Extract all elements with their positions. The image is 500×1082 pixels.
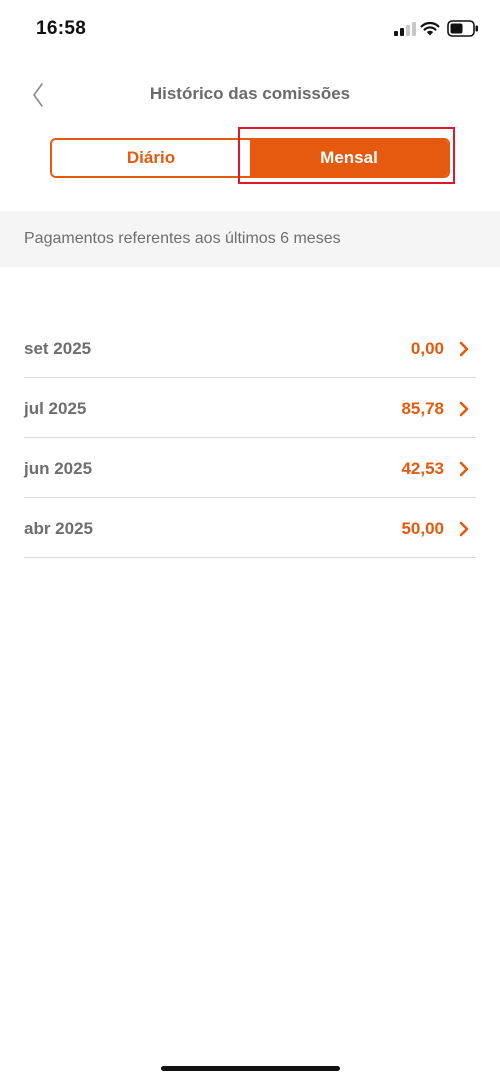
wifi-icon (420, 21, 440, 36)
screen: 16:58 Histórico das comissões Diário Men… (0, 0, 500, 1082)
item-month: jun 2025 (24, 458, 93, 478)
list-item[interactable]: jul 2025 85,78 (24, 378, 476, 438)
item-month: abr 2025 (24, 518, 93, 538)
chevron-right-icon (459, 521, 469, 536)
list-item[interactable]: set 2025 0,00 (24, 318, 476, 378)
page-title: Histórico das comissões (149, 84, 351, 103)
item-value: 50,00 (401, 518, 444, 538)
item-month: jul 2025 (24, 398, 87, 418)
item-value: 0,00 (410, 338, 444, 358)
info-band: Pagamentos referentes aos últimos 6 mese… (0, 211, 500, 267)
chevron-right-icon (459, 461, 469, 476)
payments-list: set 2025 0,00 jul 2025 85,78 jun 2025 42… (24, 318, 476, 558)
item-value: 85,78 (401, 398, 444, 418)
status-time: 16:58 (36, 18, 87, 39)
item-value: 42,53 (401, 458, 444, 478)
chevron-right-icon (459, 401, 469, 416)
list-item[interactable]: abr 2025 50,00 (24, 498, 476, 558)
info-text: Pagamentos referentes aos últimos 6 mese… (24, 230, 341, 247)
chevron-right-icon (459, 341, 469, 356)
highlight-box (238, 127, 455, 184)
tab-daily[interactable]: Diário (52, 140, 250, 176)
home-indicator (161, 1066, 340, 1071)
battery-icon (447, 20, 478, 37)
item-month: set 2025 (24, 338, 92, 358)
signal-icon (394, 22, 416, 36)
list-item[interactable]: jun 2025 42,53 (24, 438, 476, 498)
